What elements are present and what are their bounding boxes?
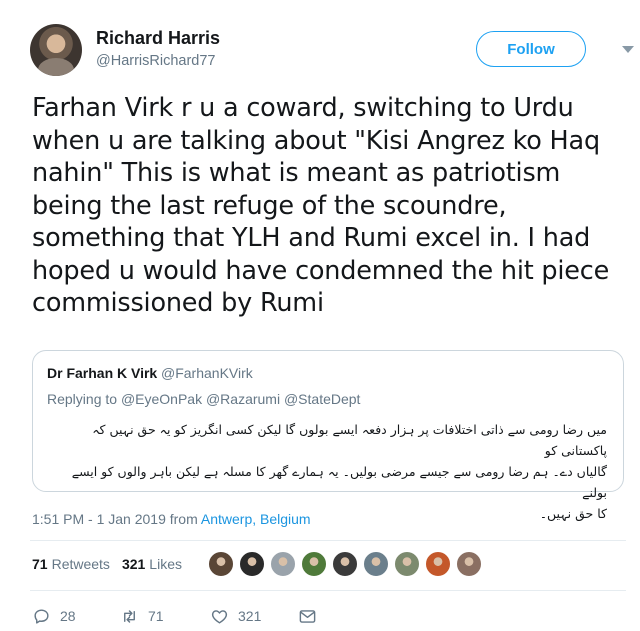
timestamp-time[interactable]: 1:51 PM - 1 Jan 2019 from — [32, 511, 201, 527]
retweet-button[interactable]: 71 — [120, 607, 210, 626]
author-handle[interactable]: @HarrisRichard77 — [96, 53, 215, 69]
liker-avatar[interactable] — [332, 551, 358, 577]
replying-to: Replying to @EyeOnPak @Razarumi @StateDe… — [47, 391, 360, 407]
tweet-actions: 28 71 321 — [32, 604, 326, 628]
like-count: 321 — [238, 608, 262, 624]
liker-avatar[interactable] — [363, 551, 389, 577]
quoted-tweet-text: میں رضا رومی سے ذاتی اختلافات پر ہزار دف… — [47, 419, 607, 524]
quoted-author-handle: @FarhanKVirk — [161, 365, 253, 381]
liker-avatar[interactable] — [270, 551, 296, 577]
liker-avatar[interactable] — [394, 551, 420, 577]
liker-avatar[interactable] — [456, 551, 482, 577]
follow-button[interactable]: Follow — [476, 31, 586, 67]
tweet-line: something that YLH and Rumi excel in. I … — [32, 223, 591, 253]
tweet-line: commissioned by Rumi — [32, 288, 324, 318]
reply-count: 28 — [60, 608, 76, 624]
tweet-timestamp: 1:51 PM - 1 Jan 2019 from Antwerp, Belgi… — [32, 511, 311, 527]
liker-avatar[interactable] — [301, 551, 327, 577]
tweet-line: Farhan Virk r u a coward, switching to U… — [32, 93, 574, 123]
quoted-line: میں رضا رومی سے ذاتی اختلافات پر ہزار دف… — [92, 422, 607, 458]
quoted-line: گالیاں دے۔ ہم رضا رومی سے جیسے مرضی بولی… — [71, 464, 607, 500]
tweet-line: being the last refuge of the scoundre, — [32, 190, 507, 221]
reply-button[interactable]: 28 — [32, 607, 120, 626]
retweet-icon — [124, 609, 135, 623]
tweet-stats: 71 Retweets 321 Likes — [32, 556, 182, 572]
avatar[interactable] — [30, 24, 82, 76]
tweet-text: Farhan Virk r u a coward, switching to U… — [32, 92, 622, 320]
liker-avatar[interactable] — [239, 551, 265, 577]
quoted-author-name: Dr Farhan K Virk — [47, 365, 158, 381]
quoted-tweet[interactable]: Dr Farhan K Virk @FarhanKVirk Replying t… — [32, 350, 624, 521]
liker-avatar[interactable] — [208, 551, 234, 577]
replying-to-label: Replying to — [47, 391, 118, 407]
divider — [30, 540, 626, 541]
retweet-count: 71 — [148, 608, 164, 624]
tweet-header: Richard Harris @HarrisRichard77 Follow — [30, 24, 634, 78]
reply-icon — [34, 608, 49, 624]
tweet-line: when u are talking about "Kisi Angrez ko… — [32, 125, 600, 156]
tweet-line: hoped u would have condemned the hit pie… — [32, 255, 610, 286]
envelope-icon — [299, 609, 316, 623]
chevron-down-icon[interactable] — [622, 46, 634, 53]
message-button[interactable] — [298, 607, 326, 626]
location-link[interactable]: Antwerp, Belgium — [201, 511, 311, 527]
tweet-line: nahin" This is what is meant as patrioti… — [32, 158, 561, 188]
retweets-label[interactable]: Retweets — [52, 556, 110, 572]
liker-avatars — [208, 551, 487, 577]
likes-count[interactable]: 321 — [122, 556, 145, 572]
like-button[interactable]: 321 — [210, 607, 298, 626]
replying-to-mentions[interactable]: @EyeOnPak @Razarumi @StateDept — [121, 391, 361, 407]
heart-icon — [211, 609, 228, 624]
author-name[interactable]: Richard Harris — [96, 28, 220, 49]
liker-avatar[interactable] — [425, 551, 451, 577]
retweets-count[interactable]: 71 — [32, 556, 48, 572]
likes-label[interactable]: Likes — [149, 556, 182, 572]
divider — [30, 590, 626, 591]
